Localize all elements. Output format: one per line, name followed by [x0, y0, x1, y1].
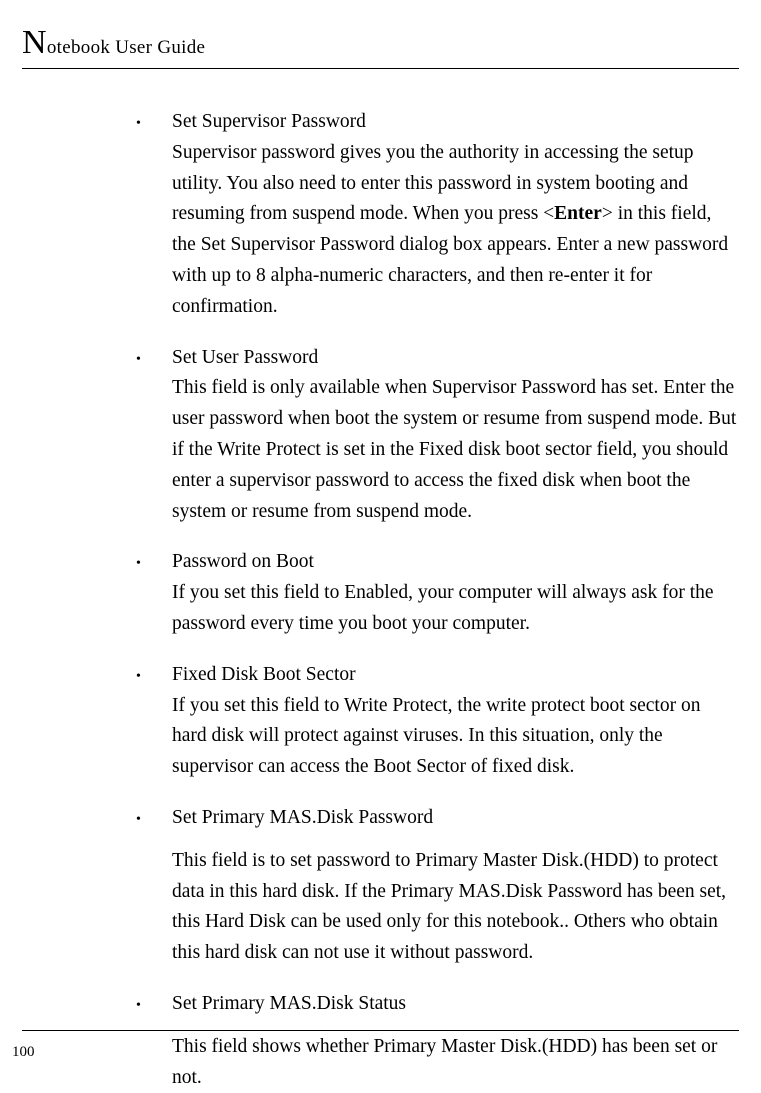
footer-divider: [22, 1030, 739, 1031]
list-item: • Set Primary MAS.Disk Status This field…: [136, 989, 737, 1093]
item-text: If you set this field to Write Protect, …: [172, 691, 737, 783]
header-initial: N: [22, 24, 47, 61]
item-title: Password on Boot: [172, 547, 737, 578]
list-item: • Password on Boot If you set this field…: [136, 547, 737, 639]
item-title: Set User Password: [172, 343, 737, 374]
item-text: This field is only available when Superv…: [172, 373, 737, 527]
item-paragraph: This field shows whether Primary Master …: [172, 1032, 737, 1093]
header-rest: otebook User Guide: [47, 37, 205, 58]
bullet-icon: •: [136, 807, 172, 827]
item-text: If you set this field to Enabled, your c…: [172, 578, 737, 640]
page-header: Notebook User Guide: [22, 24, 739, 69]
bullet-icon: •: [136, 993, 172, 1013]
list-item: • Set User Password This field is only a…: [136, 343, 737, 528]
item-title: Set Supervisor Password: [172, 107, 737, 138]
header-title: Notebook User Guide: [22, 24, 739, 62]
content-area: • Set Supervisor Password Supervisor pas…: [22, 107, 739, 1093]
bullet-icon: •: [136, 111, 172, 131]
list-item: • Set Supervisor Password Supervisor pas…: [136, 107, 737, 323]
bullet-icon: •: [136, 551, 172, 571]
page-number: 100: [12, 1044, 35, 1061]
item-title: Set Primary MAS.Disk Status: [172, 989, 737, 1020]
item-paragraph: This field is to set password to Primary…: [172, 846, 737, 969]
bullet-icon: •: [136, 347, 172, 367]
list-item: • Fixed Disk Boot Sector If you set this…: [136, 660, 737, 783]
bullet-icon: •: [136, 664, 172, 684]
list-item: • Set Primary MAS.Disk Password This fie…: [136, 803, 737, 969]
item-title: Fixed Disk Boot Sector: [172, 660, 737, 691]
item-text: Supervisor password gives you the author…: [172, 138, 737, 323]
item-title: Set Primary MAS.Disk Password: [172, 803, 737, 834]
